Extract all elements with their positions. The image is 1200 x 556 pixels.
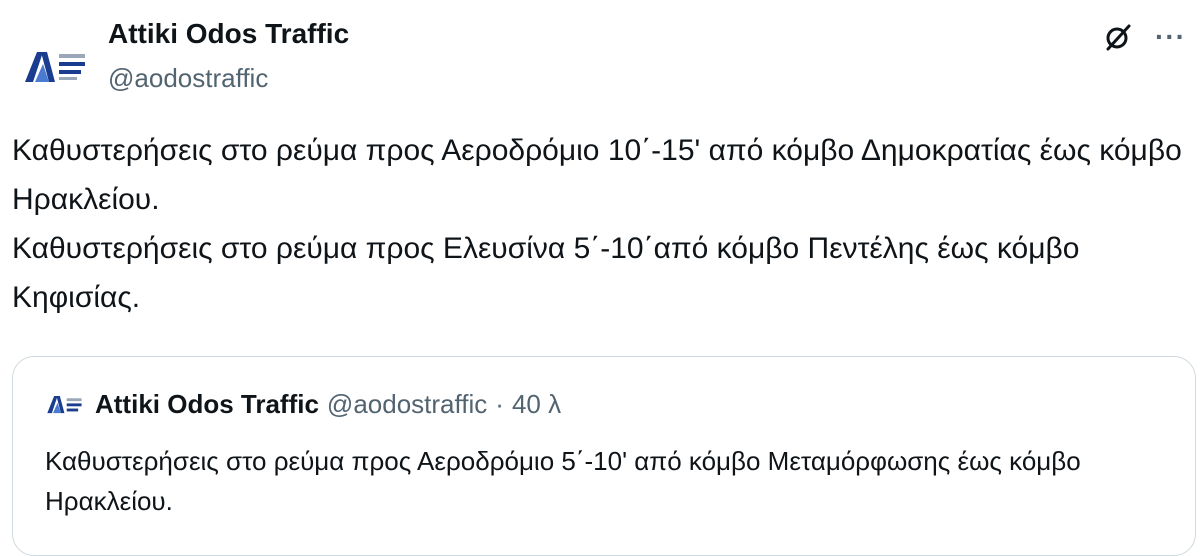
quoted-author-handle[interactable]: @aodostraffic [327, 387, 487, 421]
quoted-tweet-text: Καθυστερήσεις στο ρεύμα προς Αεροδρόμιο … [45, 441, 1165, 521]
quoted-separator: · [495, 389, 504, 419]
author-display-name[interactable]: Attiki Odos Traffic [108, 14, 349, 54]
tweet[interactable]: Attiki Odos Traffic @aodostraffic ··· Κα… [0, 0, 1200, 556]
quoted-author-avatar-icon[interactable] [45, 392, 85, 416]
quoted-author-display-name[interactable]: Attiki Odos Traffic [95, 387, 319, 421]
attiki-odos-logo-icon [25, 52, 85, 82]
author-info[interactable]: Attiki Odos Traffic @aodostraffic [108, 14, 349, 98]
quoted-tweet[interactable]: Attiki Odos Traffic @aodostraffic · 40 λ… [12, 356, 1196, 556]
quoted-tweet-header: Attiki Odos Traffic @aodostraffic · 40 λ [45, 387, 561, 421]
tweet-text-line: Καθυστερήσεις στο ρεύμα προς Αεροδρόμιο … [12, 134, 1182, 216]
grok-icon[interactable] [1103, 22, 1133, 52]
quoted-tweet-text-content: Καθυστερήσεις στο ρεύμα προς Αεροδρόμιο … [45, 446, 1081, 516]
tweet-text: Καθυστερήσεις στο ρεύμα προς Αεροδρόμιο … [12, 126, 1192, 322]
author-handle[interactable]: @aodostraffic [108, 58, 349, 98]
more-options-icon[interactable]: ··· [1155, 23, 1186, 51]
tweet-text-line: Καθυστερήσεις στο ρεύμα προς Ελευσίνα 5΄… [12, 232, 1080, 314]
tweet-top-actions: ··· [1103, 22, 1186, 52]
author-avatar[interactable] [14, 24, 98, 108]
quoted-timestamp[interactable]: 40 λ [512, 387, 561, 421]
